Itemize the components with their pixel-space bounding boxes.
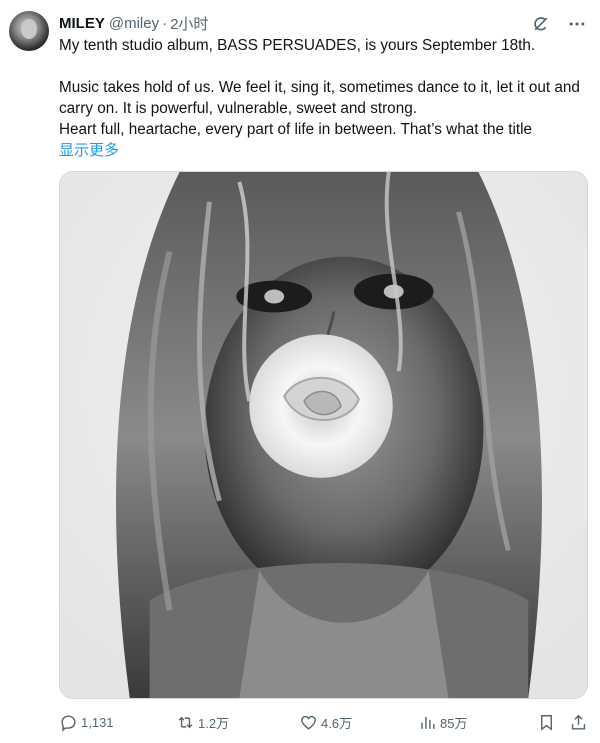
like-button[interactable]: 4.6万 <box>299 713 352 732</box>
reply-button[interactable]: 1,131 <box>59 713 114 732</box>
views-button[interactable]: 85万 <box>418 713 467 732</box>
more-icon[interactable] <box>566 13 588 35</box>
tweet: MILEY @miley · 2小时 My tenth studio album… <box>0 0 600 743</box>
share-button[interactable] <box>569 713 588 732</box>
action-bar: 1,131 1.2万 4.6万 85万 <box>59 708 592 736</box>
views-icon <box>421 716 435 729</box>
tweet-text: My tenth studio album, BASS PERSUADES, i… <box>59 35 589 140</box>
tweet-line-3: Heart full, heartache, every part of lif… <box>59 121 533 138</box>
retweet-button[interactable]: 1.2万 <box>176 713 229 732</box>
heart-icon <box>301 715 316 730</box>
tweet-header: MILEY @miley · 2小时 <box>59 12 208 34</box>
retweet-icon <box>178 716 193 728</box>
author-name[interactable]: MILEY <box>59 15 105 32</box>
author-handle[interactable]: @miley <box>109 15 159 32</box>
like-count: 4.6万 <box>321 715 353 731</box>
avatar[interactable] <box>9 11 49 51</box>
reply-count: 1,131 <box>81 714 114 730</box>
top-actions <box>530 13 588 35</box>
retweet-count: 1.2万 <box>198 715 230 731</box>
grok-icon[interactable] <box>530 13 552 35</box>
tweet-line-2: Music takes hold of us. We feel it, sing… <box>59 79 580 117</box>
share-icon <box>571 714 586 730</box>
bookmark-icon <box>541 714 552 731</box>
separator-dot: · <box>162 14 168 32</box>
tweet-line-1: My tenth studio album, BASS PERSUADES, i… <box>59 37 536 54</box>
timestamp[interactable]: 2小时 <box>170 13 208 34</box>
reply-icon <box>61 714 76 732</box>
bookmark-button[interactable] <box>537 713 556 732</box>
tweet-photo[interactable] <box>59 171 588 699</box>
views-count: 85万 <box>440 715 468 731</box>
show-more-link[interactable]: 显示更多 <box>59 139 119 160</box>
